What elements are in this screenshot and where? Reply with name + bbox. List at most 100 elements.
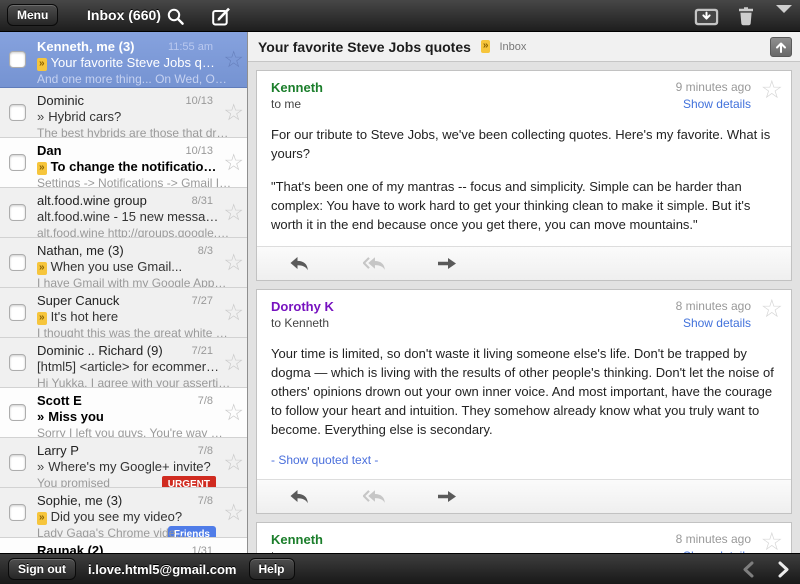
email-date: 7/21: [192, 343, 213, 359]
star-icon[interactable]: [761, 527, 783, 553]
message-scroll-area[interactable]: Kenneth to me 9 minutes ago Show details…: [248, 62, 800, 553]
reply-icon[interactable]: [289, 256, 311, 271]
email-preview: The best hybrids are those that dr…: [37, 126, 228, 138]
message-card: Kenneth to me 9 minutes ago Show details…: [256, 70, 792, 281]
body-paragraph: "That's been one of my mantras -- focus …: [271, 177, 777, 234]
email-preview: Settings -> Notifications -> Gmail I…: [37, 176, 231, 188]
body-paragraph: For our tribute to Steve Jobs, we've bee…: [271, 125, 777, 163]
forward-icon[interactable]: [437, 256, 459, 271]
importance-marker-icon: [37, 262, 47, 275]
email-list-item[interactable]: Larry P7/8 Where's my Google+ invite? UR…: [0, 438, 247, 488]
email-preview: I have Gmail with my Google App…: [37, 276, 226, 288]
email-list-item[interactable]: Dominic10/13 Hybrid cars? The best hybri…: [0, 88, 247, 138]
email-list-item[interactable]: Scott E7/8 Miss you Sorry I left you guy…: [0, 388, 247, 438]
email-date: 8/31: [192, 193, 213, 209]
star-icon[interactable]: [223, 399, 244, 425]
email-list-item[interactable]: Super Canuck7/27 It's hot here I thought…: [0, 288, 247, 338]
email-subject: Hybrid cars?: [48, 109, 121, 124]
archive-icon[interactable]: [694, 8, 719, 31]
email-date: 11:55 am: [168, 39, 213, 55]
checkbox[interactable]: [9, 304, 26, 321]
conversation-subject: Your favorite Steve Jobs quotes: [258, 39, 471, 55]
checkbox[interactable]: [9, 354, 26, 371]
collapse-up-button[interactable]: [770, 37, 792, 57]
checkbox[interactable]: [9, 254, 26, 271]
reply-icon[interactable]: [289, 489, 311, 504]
message-action-bar: [257, 479, 791, 513]
reply-all-icon[interactable]: [363, 256, 385, 271]
star-icon[interactable]: [223, 349, 244, 375]
body-paragraph: Your time is limited, so don't waste it …: [271, 344, 777, 439]
star-icon[interactable]: [761, 75, 783, 105]
message-header: Kenneth to me 9 minutes ago Show details: [257, 71, 791, 113]
email-list-item[interactable]: Kenneth, me (3) 11:55 am Your favorite St…: [0, 32, 247, 88]
compose-icon[interactable]: [212, 7, 232, 31]
message-header: Kenneth to me 8 minutes ago Show details: [257, 523, 791, 553]
more-menu-icon[interactable]: [776, 13, 792, 31]
star-icon[interactable]: [223, 149, 244, 175]
reply-all-icon[interactable]: [363, 489, 385, 504]
sender-name: Scott E: [37, 393, 82, 409]
next-conversation-icon[interactable]: [778, 561, 790, 583]
checkbox[interactable]: [9, 504, 26, 521]
checkbox[interactable]: [9, 104, 26, 121]
sender-name: Nathan, me (3): [37, 243, 124, 259]
bottom-toolbar: Sign out i.love.html5@gmail.com Help: [0, 553, 800, 584]
email-list-item[interactable]: alt.food.wine group8/31 alt.food.wine - …: [0, 188, 247, 238]
importance-marker-icon: [481, 40, 491, 53]
email-preview: alt.food.wine http://groups.google.…: [37, 226, 229, 238]
checkbox[interactable]: [9, 51, 26, 68]
inbox-label: Inbox: [499, 41, 526, 53]
message-body: Your time is limited, so don't waste it …: [257, 332, 791, 451]
email-date: 7/27: [192, 293, 213, 309]
email-list-item[interactable]: Dan10/13 To change the notificatio… Sett…: [0, 138, 247, 188]
show-details-link[interactable]: Show details: [676, 97, 751, 111]
email-subject: It's hot here: [51, 309, 119, 324]
message-action-bar: [257, 246, 791, 280]
sender-name: Larry P: [37, 443, 79, 459]
checkbox[interactable]: [9, 404, 26, 421]
importance-marker-icon: [37, 162, 47, 175]
sign-out-button[interactable]: Sign out: [8, 558, 76, 580]
chevron-marker-icon: [37, 409, 44, 425]
star-icon[interactable]: [223, 249, 244, 275]
email-subject: Where's my Google+ invite?: [48, 459, 211, 474]
star-icon[interactable]: [223, 299, 244, 325]
email-list-item[interactable]: Raunak (2)1/31: [0, 538, 247, 553]
trash-icon[interactable]: [737, 6, 755, 31]
message-card: Dorothy K to Kenneth 8 minutes ago Show …: [256, 289, 792, 514]
sender-name: Kenneth, me (3): [37, 39, 135, 55]
email-list-item[interactable]: Nathan, me (3)8/3 When you use Gmail... …: [0, 238, 247, 288]
email-list-item[interactable]: Sophie, me (3)7/8 Did you see my video? …: [0, 488, 247, 538]
star-icon[interactable]: [223, 46, 244, 72]
message-time: 9 minutes ago: [676, 80, 751, 94]
forward-icon[interactable]: [437, 489, 459, 504]
checkbox[interactable]: [9, 154, 26, 171]
star-icon[interactable]: [223, 99, 244, 125]
email-date: 7/8: [198, 393, 213, 409]
star-icon[interactable]: [223, 199, 244, 225]
importance-marker-icon: [37, 512, 47, 525]
sender-name: Sophie, me (3): [37, 493, 122, 509]
star-icon[interactable]: [223, 449, 244, 475]
email-list-item[interactable]: Dominic .. Richard (9)7/21 [html5] <arti…: [0, 338, 247, 388]
search-icon[interactable]: [166, 7, 185, 31]
email-preview: Lady Gaga's Chrome vide…: [37, 526, 187, 538]
email-subject: Your favorite Steve Jobs q…: [51, 55, 215, 70]
email-subject: Did you see my video?: [51, 509, 183, 524]
importance-marker-icon: [37, 58, 47, 71]
checkbox[interactable]: [9, 204, 26, 221]
sender-name: alt.food.wine group: [37, 193, 147, 209]
message-header: Dorothy K to Kenneth 8 minutes ago Show …: [257, 290, 791, 332]
message-body: For our tribute to Steve Jobs, we've bee…: [257, 113, 791, 246]
help-button[interactable]: Help: [249, 558, 295, 580]
inbox-title: Inbox (660): [0, 7, 248, 23]
previous-conversation-icon[interactable]: [742, 561, 754, 583]
email-preview: You promised: [37, 476, 110, 488]
star-icon[interactable]: [223, 499, 244, 525]
show-details-link[interactable]: Show details: [676, 316, 751, 330]
show-quoted-text-link[interactable]: - Show quoted text -: [271, 453, 378, 467]
star-icon[interactable]: [761, 294, 783, 324]
checkbox[interactable]: [9, 454, 26, 471]
message-time: 8 minutes ago: [676, 299, 751, 313]
